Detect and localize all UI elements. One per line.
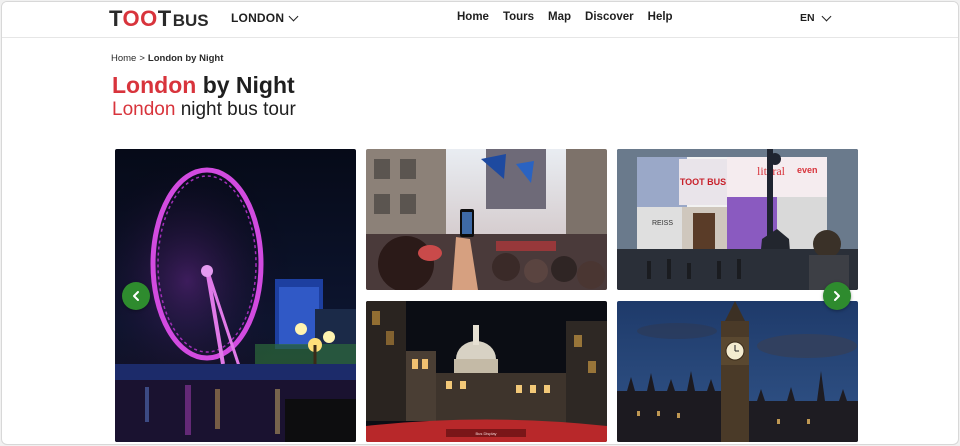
language-selector[interactable]: EN: [800, 11, 832, 24]
billboard-tootbus-text: TOOT BUS: [680, 177, 726, 187]
bus-display-text: Bus Display: [475, 431, 496, 436]
chevron-down-icon: [288, 11, 299, 21]
nav-help[interactable]: Help: [648, 11, 673, 23]
main-nav: Home Tours Map Discover Help: [457, 11, 687, 23]
nav-map[interactable]: Map: [548, 11, 571, 23]
site-header: TOOT BUS LONDON Home Tours Map Discover …: [2, 2, 958, 38]
gallery-next-button[interactable]: [823, 282, 851, 310]
gallery-image-st-pauls[interactable]: Bus Display: [366, 301, 607, 442]
nav-tours[interactable]: Tours: [503, 11, 534, 23]
city-selector[interactable]: LONDON: [231, 11, 299, 25]
nav-home[interactable]: Home: [457, 11, 489, 23]
breadcrumb-separator: >: [139, 53, 145, 64]
billboard-even-text: even: [797, 165, 818, 175]
chevron-right-icon: [834, 291, 840, 301]
chevron-down-icon: [821, 11, 832, 21]
billboard-reiss-text: REISS: [652, 220, 673, 227]
tootbus-logo[interactable]: TOOT BUS: [109, 6, 209, 32]
gallery-prev-button[interactable]: [122, 282, 150, 310]
page-title: London by Night: [112, 72, 295, 98]
gallery-image-piccadilly-circus[interactable]: TOOT BUS literal even REISS: [617, 149, 858, 290]
breadcrumb: Home > London by Night: [111, 53, 223, 64]
gallery-image-crowd-filming[interactable]: [366, 149, 607, 290]
breadcrumb-home[interactable]: Home: [111, 53, 136, 64]
chevron-left-icon: [133, 291, 139, 301]
gallery-image-london-eye[interactable]: [115, 149, 356, 442]
city-label: LONDON: [231, 11, 285, 25]
breadcrumb-current: London by Night: [147, 53, 224, 64]
language-label: EN: [800, 12, 815, 24]
page-subtitle: London night bus tour: [112, 99, 296, 120]
browser-page: TOOT BUS LONDON Home Tours Map Discover …: [1, 1, 959, 445]
gallery-image-big-ben[interactable]: [617, 301, 858, 442]
nav-discover[interactable]: Discover: [585, 11, 634, 23]
